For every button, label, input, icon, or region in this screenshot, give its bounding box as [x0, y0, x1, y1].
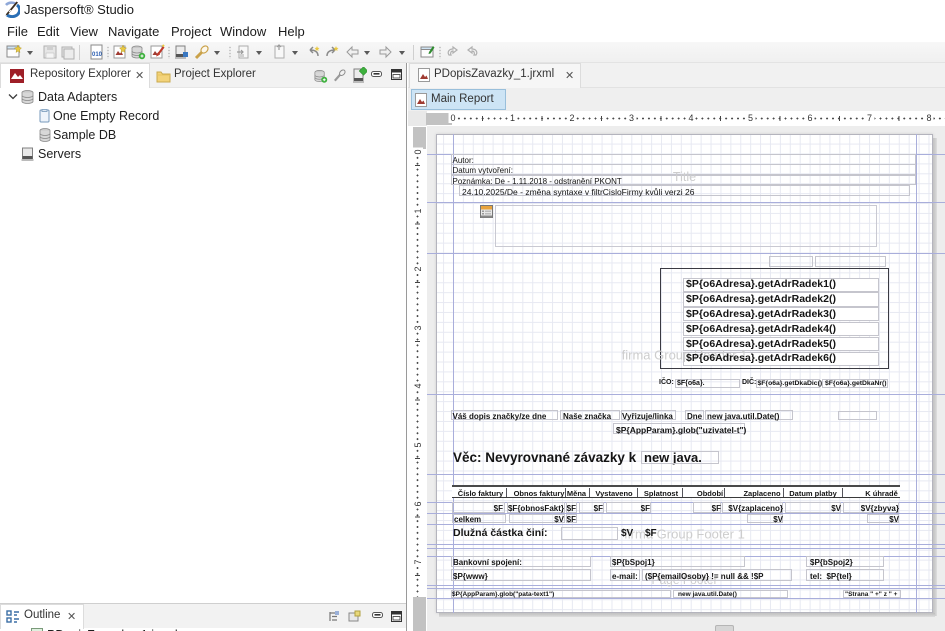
svg-text:010: 010	[92, 52, 103, 58]
